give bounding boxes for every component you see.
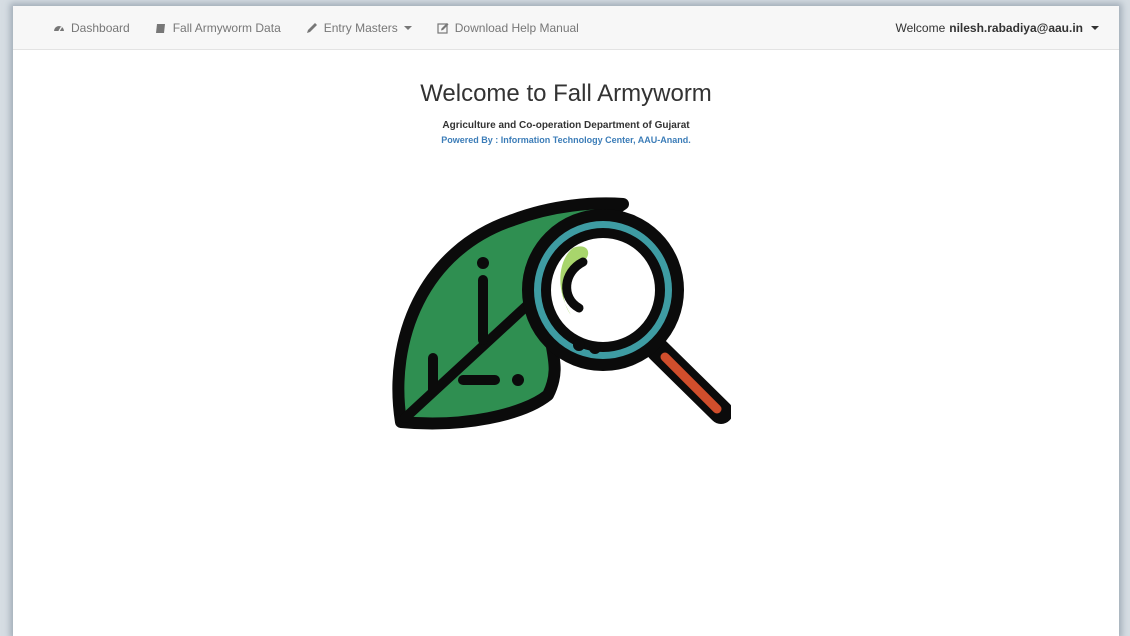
dashboard-icon: [54, 25, 64, 31]
user-menu[interactable]: Welcome nilesh.rabadiya@aau.in: [895, 6, 1099, 49]
nav-download-help-manual[interactable]: Download Help Manual: [437, 21, 579, 35]
nav-download-help-manual-label: Download Help Manual: [454, 20, 579, 35]
edit-icon: [437, 22, 449, 34]
nav-fall-armyworm-data-label: Fall Armyworm Data: [172, 20, 281, 35]
chevron-down-icon: [1091, 25, 1099, 30]
page-title: Welcome to Fall Armyworm: [420, 80, 712, 107]
nav-dashboard[interactable]: Dashboard: [53, 21, 130, 35]
nav-fall-armyworm-data[interactable]: Fall Armyworm Data: [155, 21, 281, 35]
welcome-text: Welcome: [895, 20, 946, 35]
pencil-icon: [306, 22, 317, 33]
nav-entry-masters-label: Entry Masters: [323, 20, 398, 35]
book-icon: [155, 23, 165, 33]
fall-armyworm-logo-icon: [392, 197, 731, 430]
chevron-down-icon: [403, 25, 412, 30]
main-content: Welcome to Fall Armyworm Agriculture and…: [13, 50, 1119, 145]
nav-entry-masters-dropdown[interactable]: Entry Masters: [306, 21, 412, 35]
powered-by-text: Powered By : Information Technology Cent…: [441, 135, 691, 145]
nav-dashboard-label: Dashboard: [71, 20, 130, 35]
top-navbar: Dashboard Fall Armyworm Data Entry Maste…: [13, 6, 1119, 50]
page-subtitle: Agriculture and Co-operation Department …: [442, 120, 690, 131]
user-email: nilesh.rabadiya@aau.in: [949, 20, 1083, 35]
